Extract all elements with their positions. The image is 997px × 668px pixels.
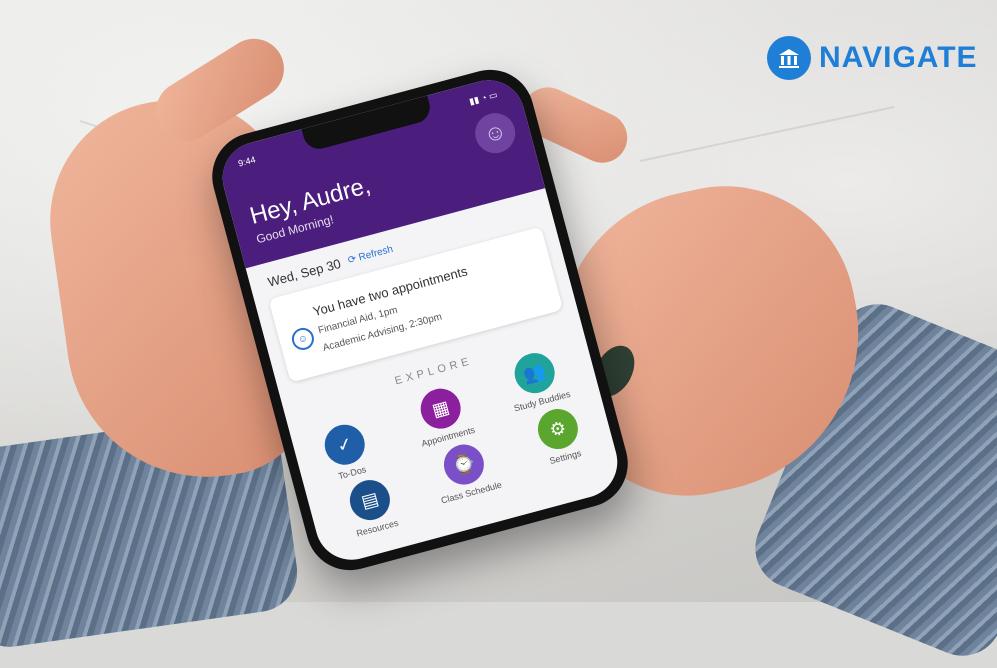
people-icon: 👥 [510, 348, 560, 398]
tile-settings[interactable]: ⚙ Settings [518, 400, 602, 471]
refresh-label: Refresh [357, 243, 395, 264]
status-time: 9:44 [237, 154, 257, 169]
smiley-icon: ☺ [289, 325, 317, 353]
tile-todos[interactable]: ✓ To-Dos [305, 416, 389, 487]
profile-avatar-icon[interactable]: ☺ [470, 108, 520, 158]
refresh-icon: ⟳ [346, 253, 358, 267]
book-icon: ▤ [345, 475, 395, 525]
status-icons: ▮▮ ◔ ▭ [468, 89, 499, 107]
gear-icon: ⚙ [533, 404, 583, 454]
university-building-icon [767, 36, 811, 80]
brand-name: NAVIGATE [819, 41, 978, 74]
calendar-icon: ▦ [416, 384, 466, 434]
tile-appointments[interactable]: ▦ Appointments [401, 380, 485, 451]
tile-class-schedule[interactable]: ⌚ Class Schedule [424, 436, 508, 507]
tile-resources[interactable]: ▤ Resources [330, 471, 414, 542]
todo-icon: ✓ [320, 420, 370, 470]
refresh-button[interactable]: ⟳ Refresh [347, 244, 394, 267]
navigate-logo: NAVIGATE [767, 36, 978, 80]
schedule-icon: ⌚ [439, 440, 489, 490]
